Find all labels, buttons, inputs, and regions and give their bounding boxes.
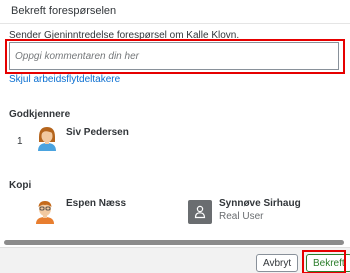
approver-step-number: 1 — [17, 136, 23, 147]
highlight-outline-confirm — [302, 250, 346, 273]
scrollbar-thumb[interactable] — [4, 240, 344, 245]
dialog-header: Bekreft forespørselen — [0, 0, 350, 24]
male-avatar-icon — [36, 201, 54, 224]
copies-heading: Kopi — [9, 180, 32, 191]
person-placeholder-icon — [188, 200, 212, 224]
copy-name-2: Synnøve Sirhaug — [219, 198, 301, 209]
hide-participants-link[interactable]: Skjul arbeidsflytdeltakere — [9, 74, 120, 85]
cancel-button[interactable]: Avbryt — [256, 254, 299, 272]
approver-name: Siv Pedersen — [66, 127, 129, 138]
approvers-heading: Godkjennere — [9, 109, 71, 120]
female-avatar-icon — [38, 127, 56, 151]
highlight-outline-comment — [5, 39, 345, 74]
copy-role-2: Real User — [219, 211, 264, 222]
person-glyph-icon — [194, 205, 206, 219]
copy-name-1: Espen Næss — [66, 198, 127, 209]
dialog-title: Bekreft forespørselen — [11, 5, 117, 17]
